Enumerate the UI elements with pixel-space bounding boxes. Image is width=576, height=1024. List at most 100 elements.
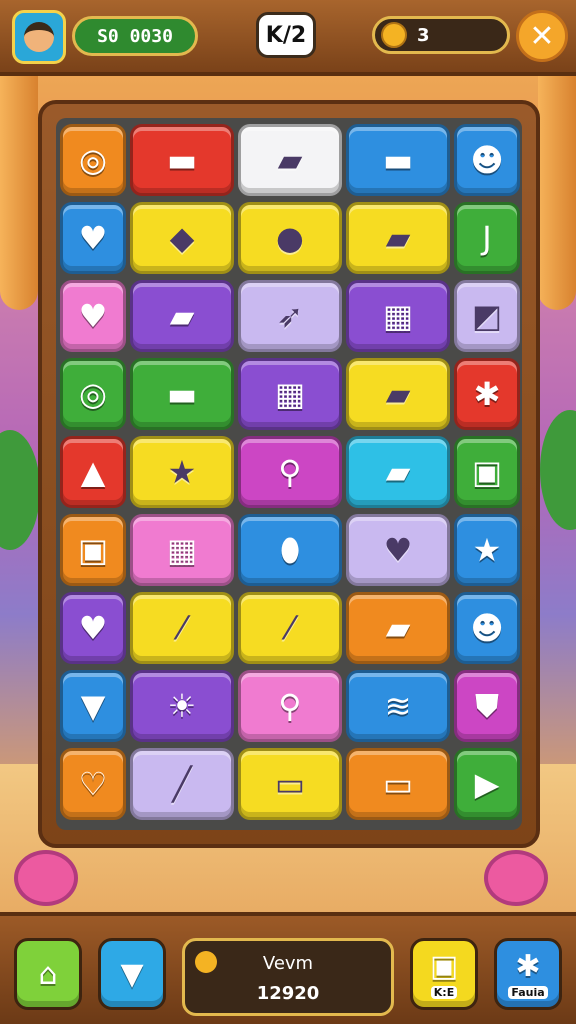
palm-tree-left [0,430,40,550]
game-tile[interactable]: ◎ [60,358,126,430]
carrot-booster-button[interactable]: ▼ [98,938,166,1010]
shield-icon: ⛊ [474,687,499,725]
game-tile[interactable]: ▦ [346,280,450,352]
settings-button[interactable]: ✱ Fauia [494,938,562,1010]
bottom-bar: ⌂ ▼ Vevm 12920 ▣ K:E ✱ Fauia [0,912,576,1024]
game-tile[interactable]: ▣ [454,436,520,508]
magnifier-icon: ◎ [79,375,107,413]
game-tile[interactable]: ▭ [346,748,450,820]
ticket-icon: ▭ [382,765,414,803]
level-text: K/2 [265,22,307,48]
game-tile[interactable]: ▬ [346,124,450,196]
creature-icon: ☻ [470,609,504,647]
crayon-icon: ⁄ [179,609,185,647]
game-tile[interactable]: ▰ [238,124,342,196]
heart-icon: ♡ [78,765,108,803]
backpack-icon: ⌂ [38,956,58,992]
game-tile[interactable]: ◆ [130,202,234,274]
heart-icon: ♥ [78,219,108,257]
game-tile[interactable]: ▣ [60,514,126,586]
game-tile[interactable]: ◩ [454,280,520,352]
creature-icon: ☻ [470,141,504,179]
game-tile[interactable]: ▦ [238,358,342,430]
game-tile[interactable]: ⁄ [238,592,342,664]
gem-icon: ◆ [169,219,195,257]
game-tile[interactable]: ▭ [238,748,342,820]
game-tile[interactable]: ▦ [130,514,234,586]
box-icon: ▣ [429,949,459,984]
coin-icon [381,22,407,48]
game-tile[interactable]: J [454,202,520,274]
game-tile[interactable]: ⁄ [130,592,234,664]
game-tile[interactable]: ≋ [346,670,450,742]
flower-right [484,850,548,906]
game-tile[interactable]: ▲ [60,436,126,508]
shop-box-button[interactable]: ▣ K:E [410,938,478,1010]
game-tile[interactable]: ▰ [346,436,450,508]
game-tile[interactable]: ◎ [60,124,126,196]
play-box-icon: ▶ [474,765,500,803]
panel-value: 12920 [256,983,320,1004]
game-tile[interactable]: ★ [454,514,520,586]
game-tile[interactable]: ♥ [60,202,126,274]
car-icon: ▰ [385,609,411,647]
gear-icon: ✱ [473,375,501,413]
game-tile[interactable]: ▰ [346,592,450,664]
backpack-button[interactable]: ⌂ [14,938,82,1010]
game-tile[interactable]: ▬ [130,358,234,430]
game-tile[interactable]: ☻ [454,124,520,196]
chocolate-bar-icon: ▰ [277,141,303,179]
level-badge: K/2 [256,12,316,58]
book-icon: ▬ [166,141,198,179]
game-tile[interactable]: ▰ [130,280,234,352]
player-avatar[interactable] [12,10,66,64]
game-tile[interactable]: ▬ [130,124,234,196]
game-tile[interactable]: ♡ [60,748,126,820]
game-tile[interactable]: ☀ [130,670,234,742]
speech-bubble-icon: ● [276,219,304,257]
game-tile[interactable]: ➶ [238,280,342,352]
pill-icon: ▬ [166,375,198,413]
game-tile[interactable]: ▼ [60,670,126,742]
car-icon: ▰ [385,219,411,257]
ring-icon: ◎ [79,141,107,179]
game-tile[interactable]: ⛊ [454,670,520,742]
curtain-left [0,70,38,310]
game-tile[interactable]: ✱ [454,358,520,430]
game-tile[interactable]: ♥ [60,592,126,664]
game-tile[interactable]: ╱ [130,748,234,820]
game-tile[interactable]: ⚲ [238,436,342,508]
scroll-icon: ▭ [274,765,306,803]
game-tile[interactable]: ● [238,202,342,274]
game-tile[interactable]: ★ [130,436,234,508]
ribbon-icon: ≋ [384,687,412,725]
game-tile[interactable]: ☻ [454,592,520,664]
cards-icon: ▦ [382,297,414,335]
flower-left [14,850,78,906]
sun-icon: ☀ [167,687,197,725]
game-tile[interactable]: ⬮ [238,514,342,586]
star-icon: ★ [167,453,197,491]
top-bar: S0 0030 K/2 3 ✕ [0,0,576,76]
palm-tree-right [540,410,576,530]
game-tile[interactable]: ▰ [346,358,450,430]
box-icon: ▣ [471,453,503,491]
close-button[interactable]: ✕ [516,10,568,62]
score-text: S0 0030 [97,25,173,47]
card-icon: ▦ [166,531,198,569]
game-tile[interactable]: ▰ [346,202,450,274]
book-icon: ▬ [382,141,414,179]
game-tile[interactable]: ♥ [346,514,450,586]
settings-label: Fauia [508,986,548,999]
score-display: S0 0030 [72,16,198,56]
cup-icon: ▼ [80,687,106,725]
hook-icon: J [482,219,492,257]
feather-icon: ➶ [276,297,304,335]
game-tile[interactable]: ⚲ [238,670,342,742]
game-tile[interactable]: ▶ [454,748,520,820]
carrot-icon: ▼ [120,956,144,992]
coin-counter: 3 [372,16,510,54]
tape-icon: ▦ [274,375,306,413]
game-tile[interactable]: ♥ [60,280,126,352]
heart-icon: ♥ [78,297,108,335]
